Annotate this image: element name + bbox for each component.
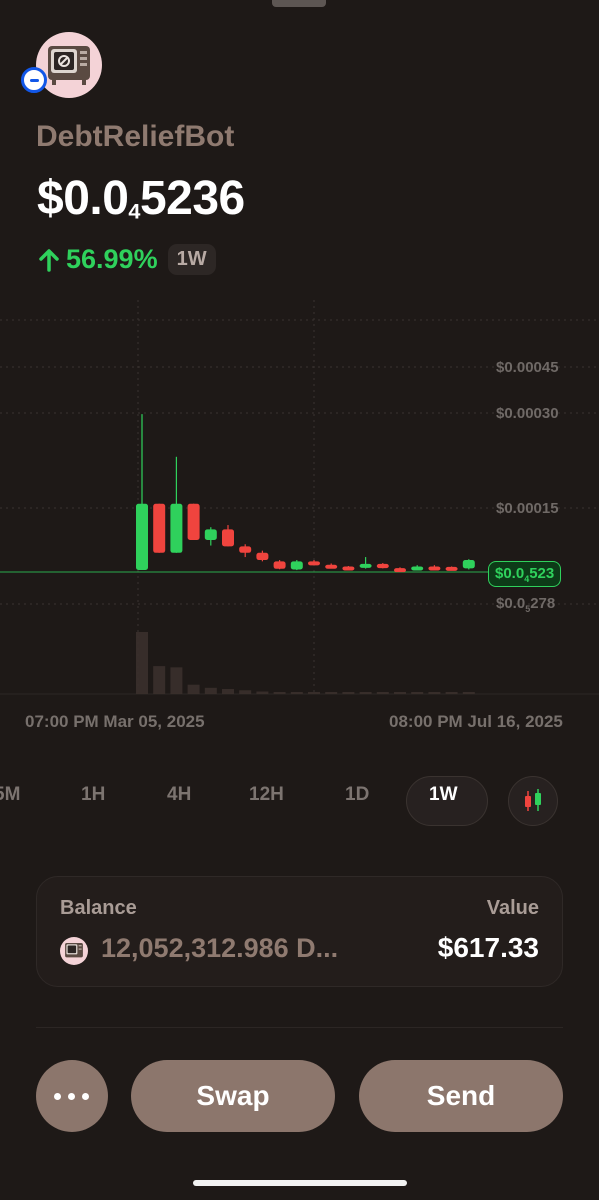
token-small-icon [60,937,88,965]
candle-body [136,503,148,571]
token-name: DebtReliefBot [36,120,235,153]
chart-end-date: 08:00 PM Jul 16, 2025 [389,712,563,731]
home-indicator [193,1180,407,1186]
volume-bar [445,692,458,694]
balance-card[interactable]: Balance Value 12,052,312.986 D... $617.3… [36,876,563,987]
current-price-tag: $0.04523 [488,561,562,587]
candle-body [359,563,372,568]
volume-bar [462,692,475,694]
candle-body [428,566,441,571]
volume-bar [170,667,183,694]
period-badge: 1W [167,244,216,275]
volume-bar [273,692,286,694]
volume-bar [239,690,252,694]
candle-body [153,503,166,553]
candle-body [376,563,389,569]
token-avatar [21,32,102,98]
timeframe-12h[interactable]: 12H [249,784,284,806]
volume-bar [428,692,441,694]
candlestick-icon [525,789,541,811]
y-axis-label: $0.00015 [496,500,559,517]
candle-body [204,529,217,540]
sheet-grabber[interactable] [272,0,326,7]
balance-label: Balance [60,897,137,919]
volume-bar [376,692,389,694]
volume-bar [256,691,269,694]
candle-body [239,546,252,553]
swap-button[interactable]: Swap [131,1060,335,1132]
y-axis-label: $0.00045 [496,359,559,376]
timeframe-5m[interactable]: 5M [0,784,20,806]
timeframe-1w[interactable]: 1W [429,784,458,806]
candle-body [222,529,234,547]
candle-body [411,566,424,571]
candle-body [308,561,320,566]
volume-bars [136,632,475,694]
volume-bar [394,692,406,694]
candle-body [394,568,406,573]
candle-body [273,561,286,569]
candle-body [170,503,183,553]
volume-bar [325,692,338,694]
remove-badge-icon[interactable] [21,67,47,93]
more-button[interactable] [36,1060,108,1132]
candles [136,414,475,573]
price-change-row: 56.99% 1W [38,244,216,275]
balance-value: $617.33 [437,932,539,963]
arrow-up-icon [39,248,59,272]
value-label: Value [486,897,539,919]
volume-bar [187,684,200,694]
candle-body [290,561,303,570]
candle-body [187,503,200,540]
volume-bar [153,666,166,694]
volume-bar [359,692,372,694]
more-icon [54,1093,61,1100]
volume-bar [290,692,303,694]
volume-bar [411,692,424,694]
send-button[interactable]: Send [359,1060,563,1132]
candle-body [462,560,475,569]
candle-body [445,566,458,571]
candle-body [325,564,338,569]
price-change-percent: 56.99% [66,244,158,274]
divider [36,1027,563,1028]
low-price-label: $0.05278 [496,595,556,614]
volume-bar [136,632,148,694]
candle-body [256,552,269,561]
volume-bar [222,689,234,694]
volume-bar [204,687,217,694]
candlestick-toggle-button[interactable] [508,776,558,826]
candle-body [342,566,355,571]
volume-bar [308,692,320,694]
timeframe-1h[interactable]: 1H [81,784,105,806]
balance-amount: 12,052,312.986 D... [101,933,339,963]
timeframe-1d[interactable]: 1D [345,784,369,806]
chart-start-date: 07:00 PM Mar 05, 2025 [25,712,205,731]
retro-computer-icon [48,46,90,85]
token-price: $0.045236 [37,172,245,225]
volume-bar [342,692,355,694]
y-axis-label: $0.00030 [496,405,559,422]
timeframe-4h[interactable]: 4H [167,784,191,806]
